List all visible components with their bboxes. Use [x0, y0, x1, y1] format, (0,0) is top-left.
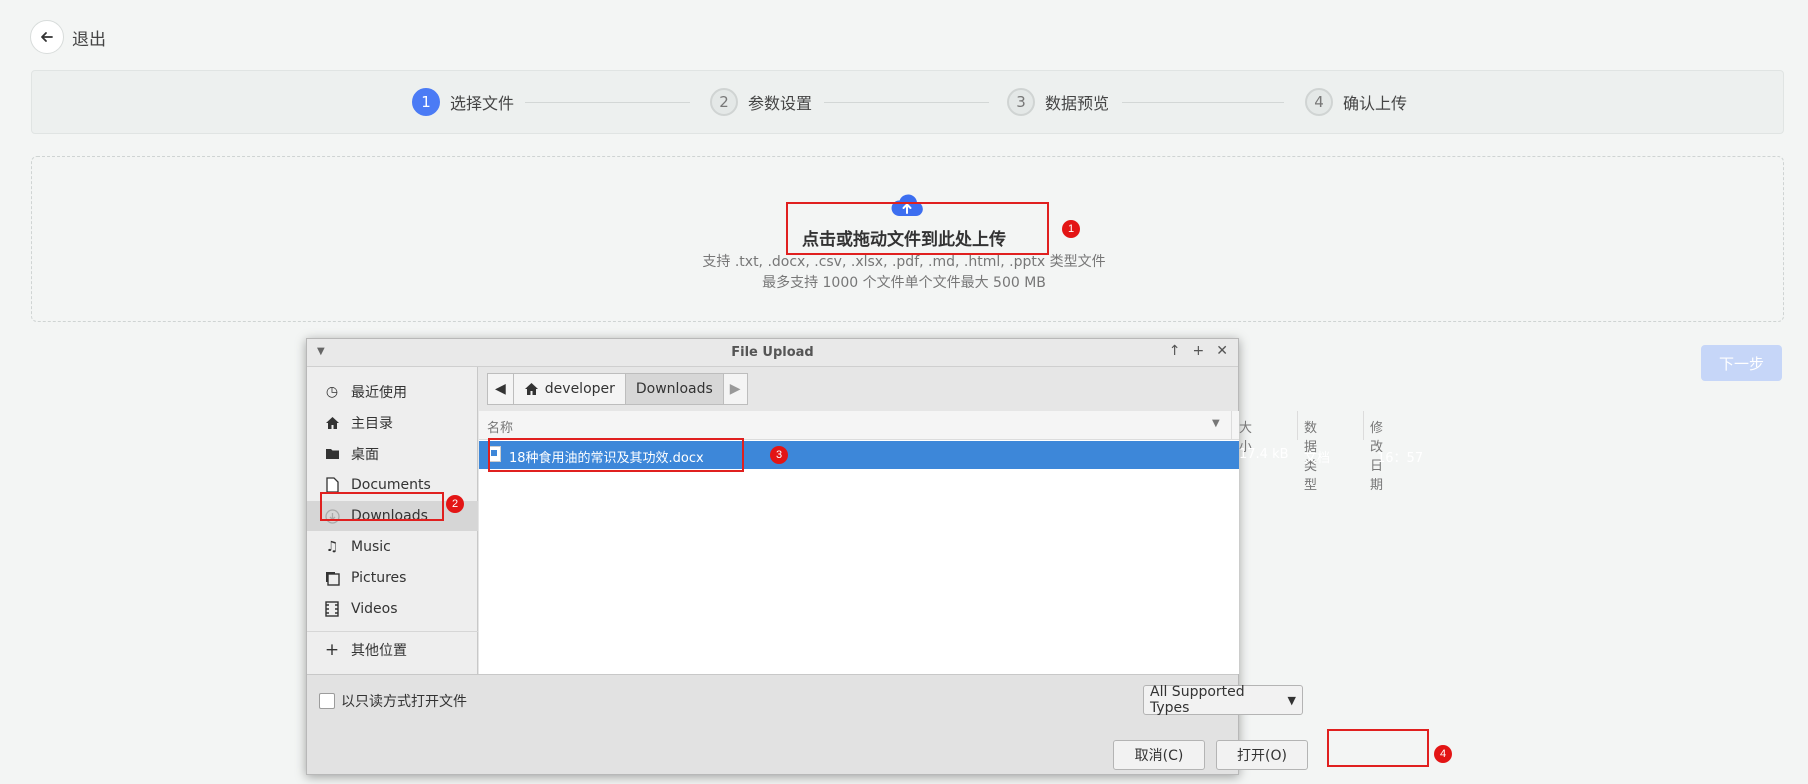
chevron-down-icon: ▼	[1287, 693, 1296, 707]
annotation-badge: 2	[446, 495, 464, 513]
sidebar-item-label: Videos	[351, 601, 398, 617]
exit-button[interactable]: 退出	[30, 20, 106, 54]
back-arrow-icon[interactable]	[30, 20, 64, 54]
file-upload-dialog: ▼ File Upload ↑ + ✕ ◷ 最近使用 主目录 桌面 Docume…	[306, 338, 1423, 775]
step-select-file: 1 选择文件	[412, 88, 514, 116]
column-separator	[1231, 411, 1232, 440]
dialog-title: File Upload	[731, 345, 814, 360]
step-parameter-settings: 2 参数设置	[710, 88, 812, 116]
path-segment-downloads[interactable]: Downloads	[625, 373, 724, 405]
step-connector	[1122, 102, 1284, 103]
file-type-filter[interactable]: All Supported Types ▼	[1143, 684, 1303, 716]
sidebar-item-desktop[interactable]: 桌面	[307, 439, 478, 469]
file-type: 文档	[1304, 451, 1331, 466]
music-icon: ♫	[325, 539, 339, 555]
readonly-checkbox[interactable]: 以只读方式打开文件	[319, 691, 467, 711]
recent-icon: ◷	[325, 384, 339, 400]
sidebar-divider	[307, 631, 478, 632]
sidebar-item-label: Documents	[351, 477, 431, 493]
column-separator	[1297, 411, 1298, 440]
cancel-button[interactable]: 取消(C)	[1113, 740, 1205, 770]
close-icon[interactable]: ✕	[1216, 343, 1228, 359]
sidebar-item-label: 其他位置	[351, 643, 407, 659]
annotation-badge: 4	[1434, 745, 1452, 763]
file-modified: 16：57	[1377, 451, 1424, 466]
file-size: 17.4 kB	[1239, 447, 1289, 462]
plus-icon: +	[324, 640, 340, 660]
dialog-footer: 以只读方式打开文件 All Supported Types ▼ 取消(C) 打开…	[307, 674, 1308, 774]
path-bar: ◀ developer Downloads ▶	[487, 373, 748, 405]
sort-down-icon[interactable]: ▼	[1212, 418, 1220, 429]
file-type-filter-label: All Supported Types	[1150, 684, 1245, 716]
step-connector	[525, 102, 690, 103]
sidebar-item-music[interactable]: ♫ Music	[307, 532, 478, 562]
sidebar-item-recent[interactable]: ◷ 最近使用	[307, 377, 478, 407]
folder-icon	[323, 445, 341, 463]
next-step-button[interactable]: 下一步	[1701, 345, 1782, 381]
sidebar-item-label: 最近使用	[351, 385, 407, 401]
step-number: 2	[710, 88, 738, 116]
sidebar-item-home[interactable]: 主目录	[307, 408, 478, 438]
step-label: 参数设置	[748, 94, 813, 113]
annotation-box	[1327, 729, 1429, 767]
column-name[interactable]: 名称	[487, 417, 513, 436]
sidebar-item-other-locations[interactable]: + 其他位置	[307, 635, 478, 665]
sidebar-item-label: Pictures	[351, 570, 407, 586]
home-icon	[524, 383, 538, 395]
exit-label: 退出	[72, 29, 106, 50]
annotation-badge: 1	[1062, 220, 1080, 238]
sidebar-item-pictures[interactable]: Pictures	[307, 563, 478, 593]
open-button[interactable]: 打开(O)	[1216, 740, 1308, 770]
upload-limits-text: 最多支持 1000 个文件单个文件最大 500 MB	[762, 275, 1046, 291]
sidebar-item-label: Music	[351, 539, 391, 555]
maximize-icon[interactable]: +	[1193, 343, 1205, 359]
dialog-titlebar[interactable]: ▼ File Upload ↑ + ✕	[307, 339, 1238, 367]
sidebar-item-label: 主目录	[351, 416, 393, 432]
step-label: 数据预览	[1045, 94, 1110, 113]
step-confirm-upload: 4 确认上传	[1305, 88, 1407, 116]
step-connector	[824, 102, 989, 103]
path-back-icon[interactable]: ◀	[487, 373, 514, 405]
step-number: 4	[1305, 88, 1333, 116]
checkbox-box[interactable]	[319, 693, 335, 709]
step-number: 1	[412, 88, 440, 116]
step-label: 选择文件	[450, 94, 515, 113]
step-data-preview: 3 数据预览	[1007, 88, 1109, 116]
sidebar-item-label: 桌面	[351, 447, 379, 463]
step-label: 确认上传	[1343, 94, 1408, 113]
path-segment-label: developer	[544, 381, 615, 397]
file-list-header: 名称 ▼ 大小 数据类型 修改日期	[479, 411, 1383, 493]
home-icon	[323, 414, 341, 432]
step-number: 3	[1007, 88, 1035, 116]
readonly-label: 以只读方式打开文件	[341, 694, 467, 710]
annotation-box	[786, 202, 1049, 255]
annotation-badge: 3	[770, 446, 788, 464]
path-segment-developer[interactable]: developer	[513, 373, 626, 405]
sidebar-item-videos[interactable]: Videos	[307, 594, 478, 624]
annotation-box	[320, 492, 444, 521]
path-forward-icon[interactable]: ▶	[723, 373, 748, 405]
pictures-icon	[323, 569, 341, 587]
column-separator	[1363, 411, 1364, 440]
video-icon	[323, 600, 341, 618]
minimize-icon[interactable]: ↑	[1169, 343, 1181, 359]
path-segment-label: Downloads	[635, 381, 713, 397]
annotation-box	[488, 438, 744, 472]
